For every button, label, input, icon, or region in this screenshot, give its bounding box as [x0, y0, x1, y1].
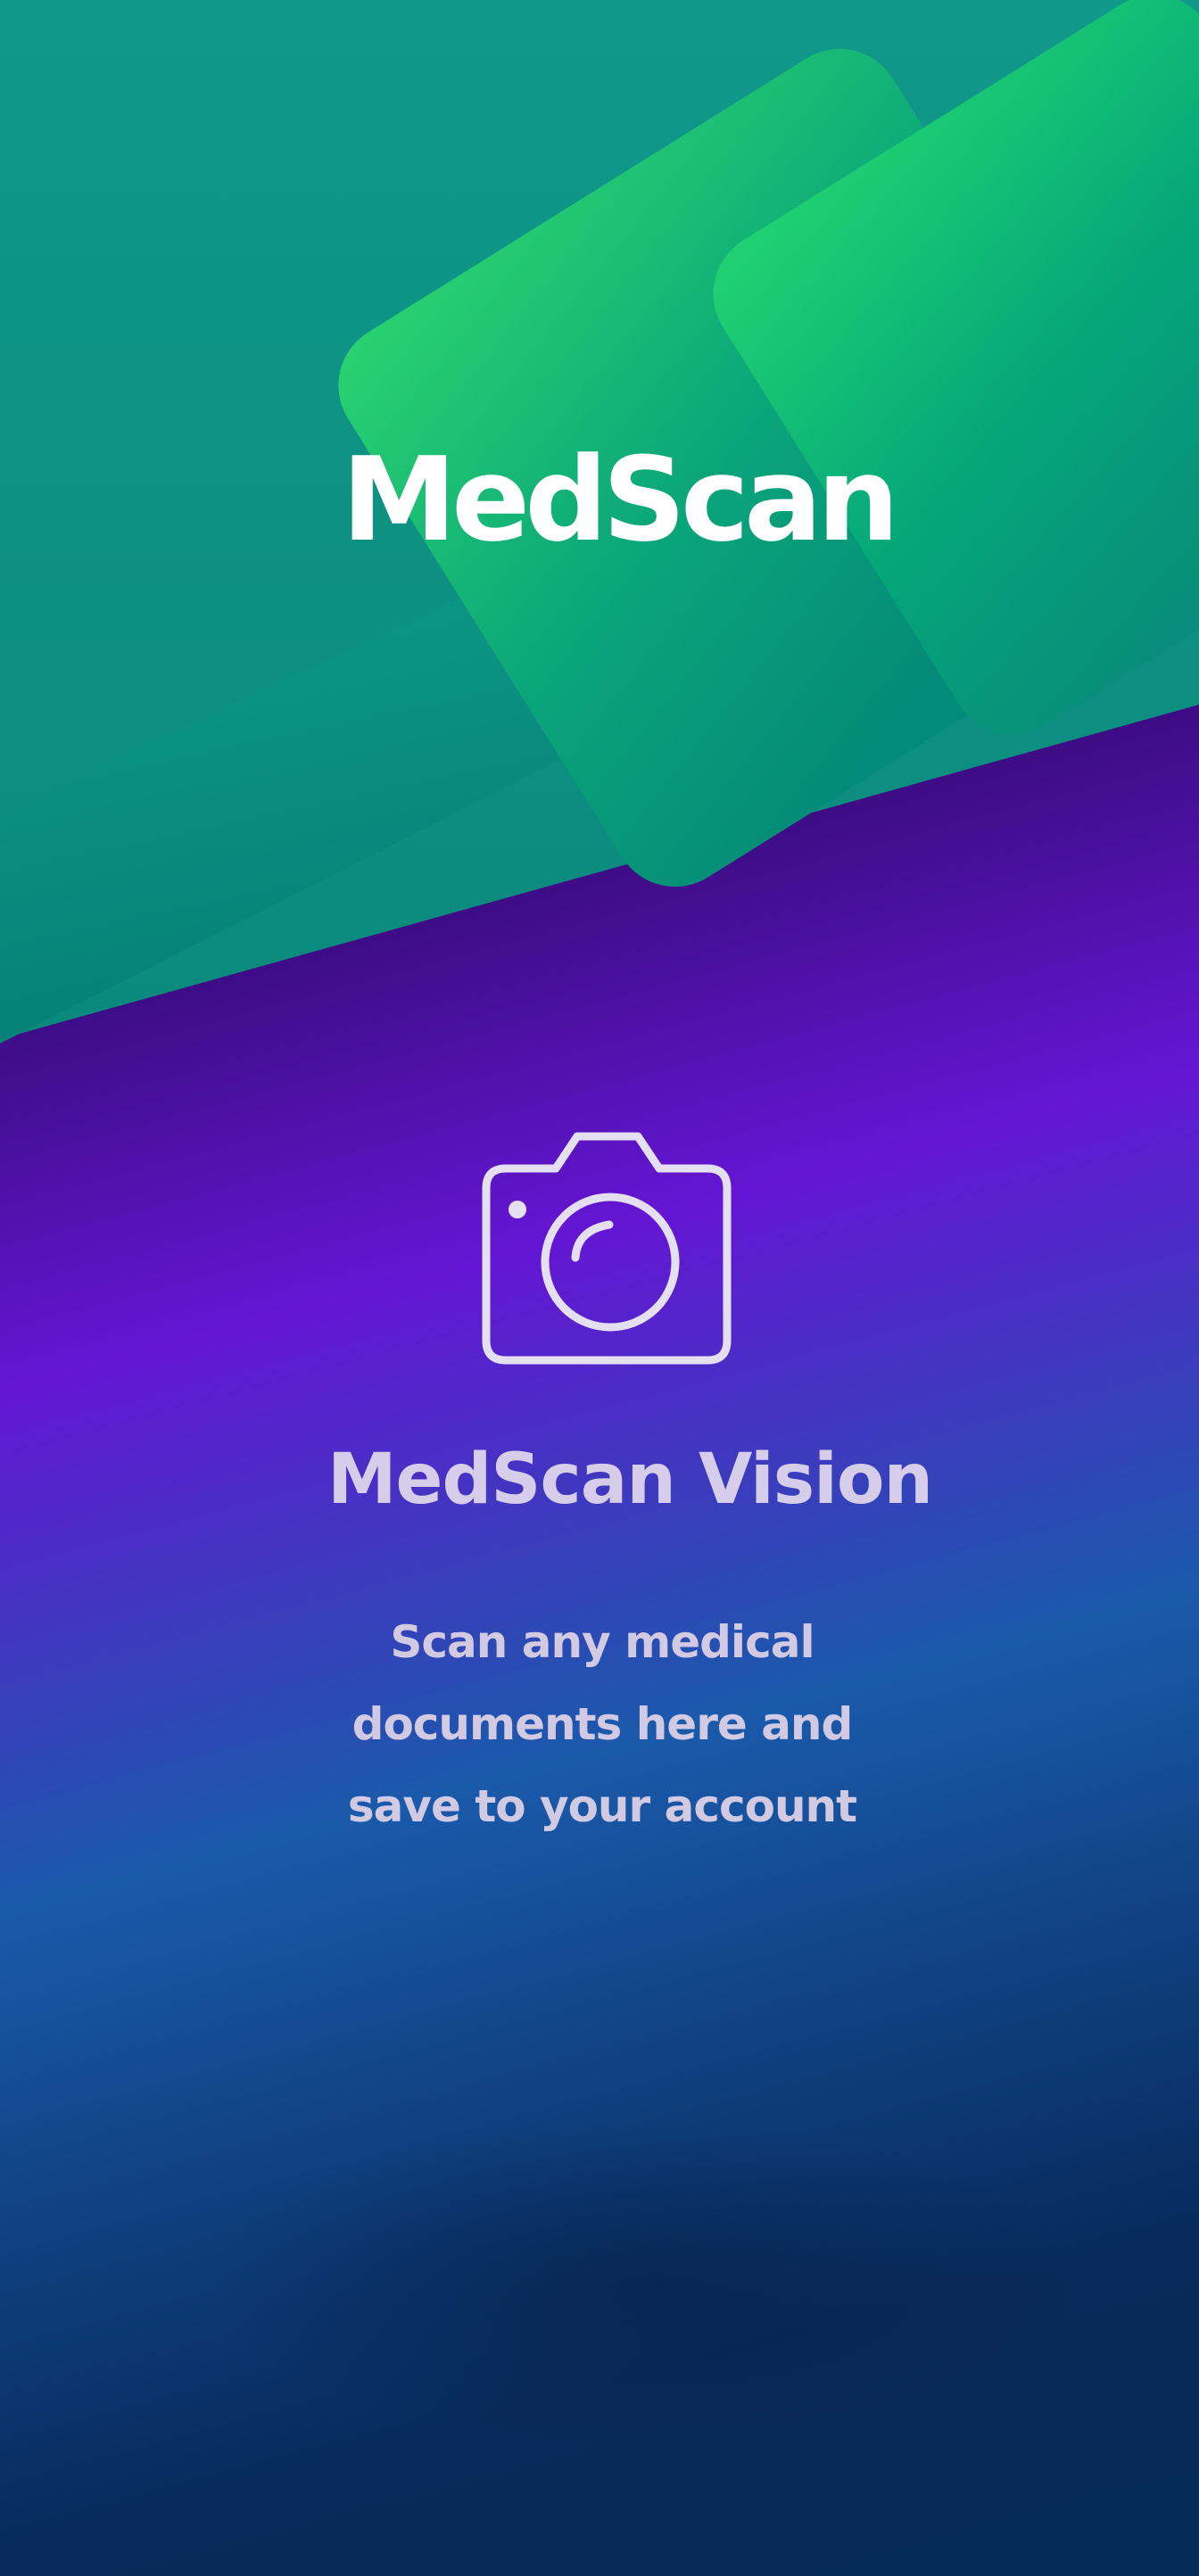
description-line: Scan any medical	[390, 1616, 814, 1668]
brand-title: MedScan	[341, 432, 900, 567]
description-line: save to your account	[347, 1780, 857, 1832]
feature-description: Scan any medical documents here and save…	[0, 1601, 1199, 1847]
camera-icon	[482, 1132, 732, 1365]
feature-title: MedScan Vision	[327, 1440, 933, 1520]
description-line: documents here and	[351, 1698, 854, 1750]
onboarding-screen: MedScan MedScan Vision Scan any medical …	[0, 0, 1199, 2576]
